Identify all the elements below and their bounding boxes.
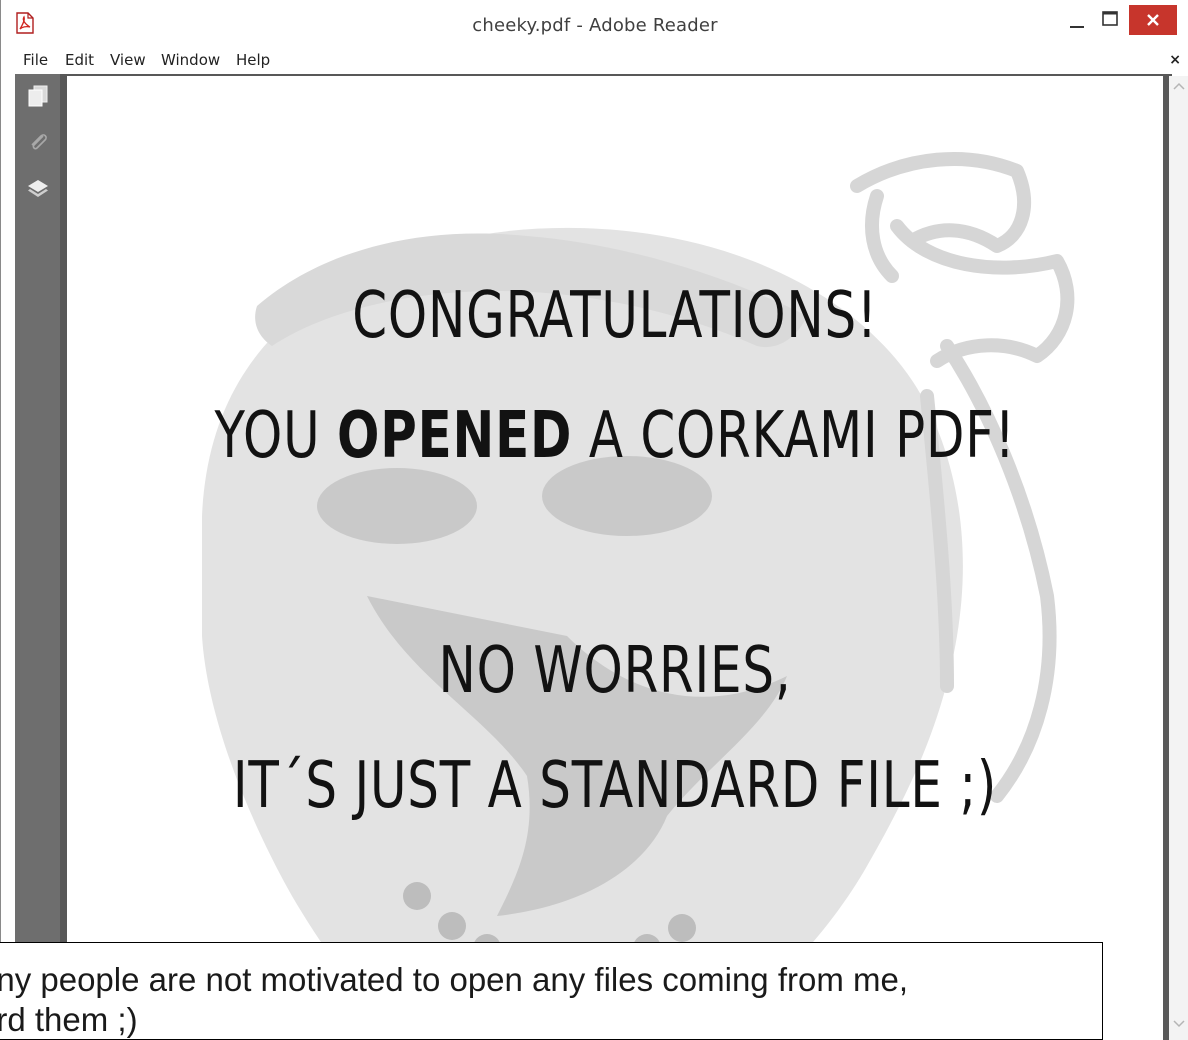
menu-help[interactable]: Help	[236, 51, 270, 69]
menu-file[interactable]: File	[23, 51, 48, 69]
maximize-button[interactable]	[1097, 5, 1123, 35]
menu-bar: File Edit View Window Help ×	[1, 50, 1188, 74]
pdf-text-corkami-pdf: A CORKAMI PDF!	[572, 399, 1016, 473]
title-bar[interactable]: cheeky.pdf - Adobe Reader	[1, 0, 1188, 50]
vertical-scrollbar[interactable]	[1169, 76, 1188, 1040]
scroll-down-arrow-icon[interactable]	[1169, 1014, 1188, 1034]
adobe-reader-window: cheeky.pdf - Adobe Reader File Edit View…	[0, 0, 1188, 1040]
minimize-button[interactable]	[1064, 5, 1090, 35]
caption-line-1: any people are not motivated to open any…	[0, 961, 909, 998]
caption-line-2: ard them ;)	[0, 1001, 138, 1038]
pdf-text-you: YOU	[214, 399, 338, 473]
scroll-up-arrow-icon[interactable]	[1169, 76, 1188, 96]
caption-overlay: any people are not motivated to open any…	[0, 942, 1103, 1040]
close-window-button[interactable]	[1129, 5, 1177, 35]
pdf-text-opened-bold: OPENED	[337, 399, 573, 473]
pdf-page[interactable]: CONGRATULATIONS! YOU OPENED A CORKAMI PD…	[67, 76, 1163, 1040]
pdf-text-congratulations: CONGRATULATIONS!	[352, 279, 878, 353]
menu-view[interactable]: View	[110, 51, 146, 69]
attachment-icon[interactable]	[26, 130, 50, 154]
face-watermark-image	[202, 152, 1075, 1040]
menu-window[interactable]: Window	[161, 51, 220, 69]
close-document-button[interactable]: ×	[1169, 52, 1181, 68]
menu-edit[interactable]: Edit	[65, 51, 94, 69]
navigation-pane	[15, 74, 60, 1040]
pages-icon[interactable]	[26, 84, 50, 108]
layers-icon[interactable]	[26, 176, 50, 200]
pdf-text-opened-line: YOU OPENED A CORKAMI PDF!	[188, 396, 1043, 476]
pdf-text-standard-file: IT´S JUST A STANDARD FILE ;)	[232, 749, 998, 823]
pdf-text-no-worries: NO WORRIES,	[438, 634, 792, 708]
window-title: cheeky.pdf - Adobe Reader	[472, 15, 718, 36]
